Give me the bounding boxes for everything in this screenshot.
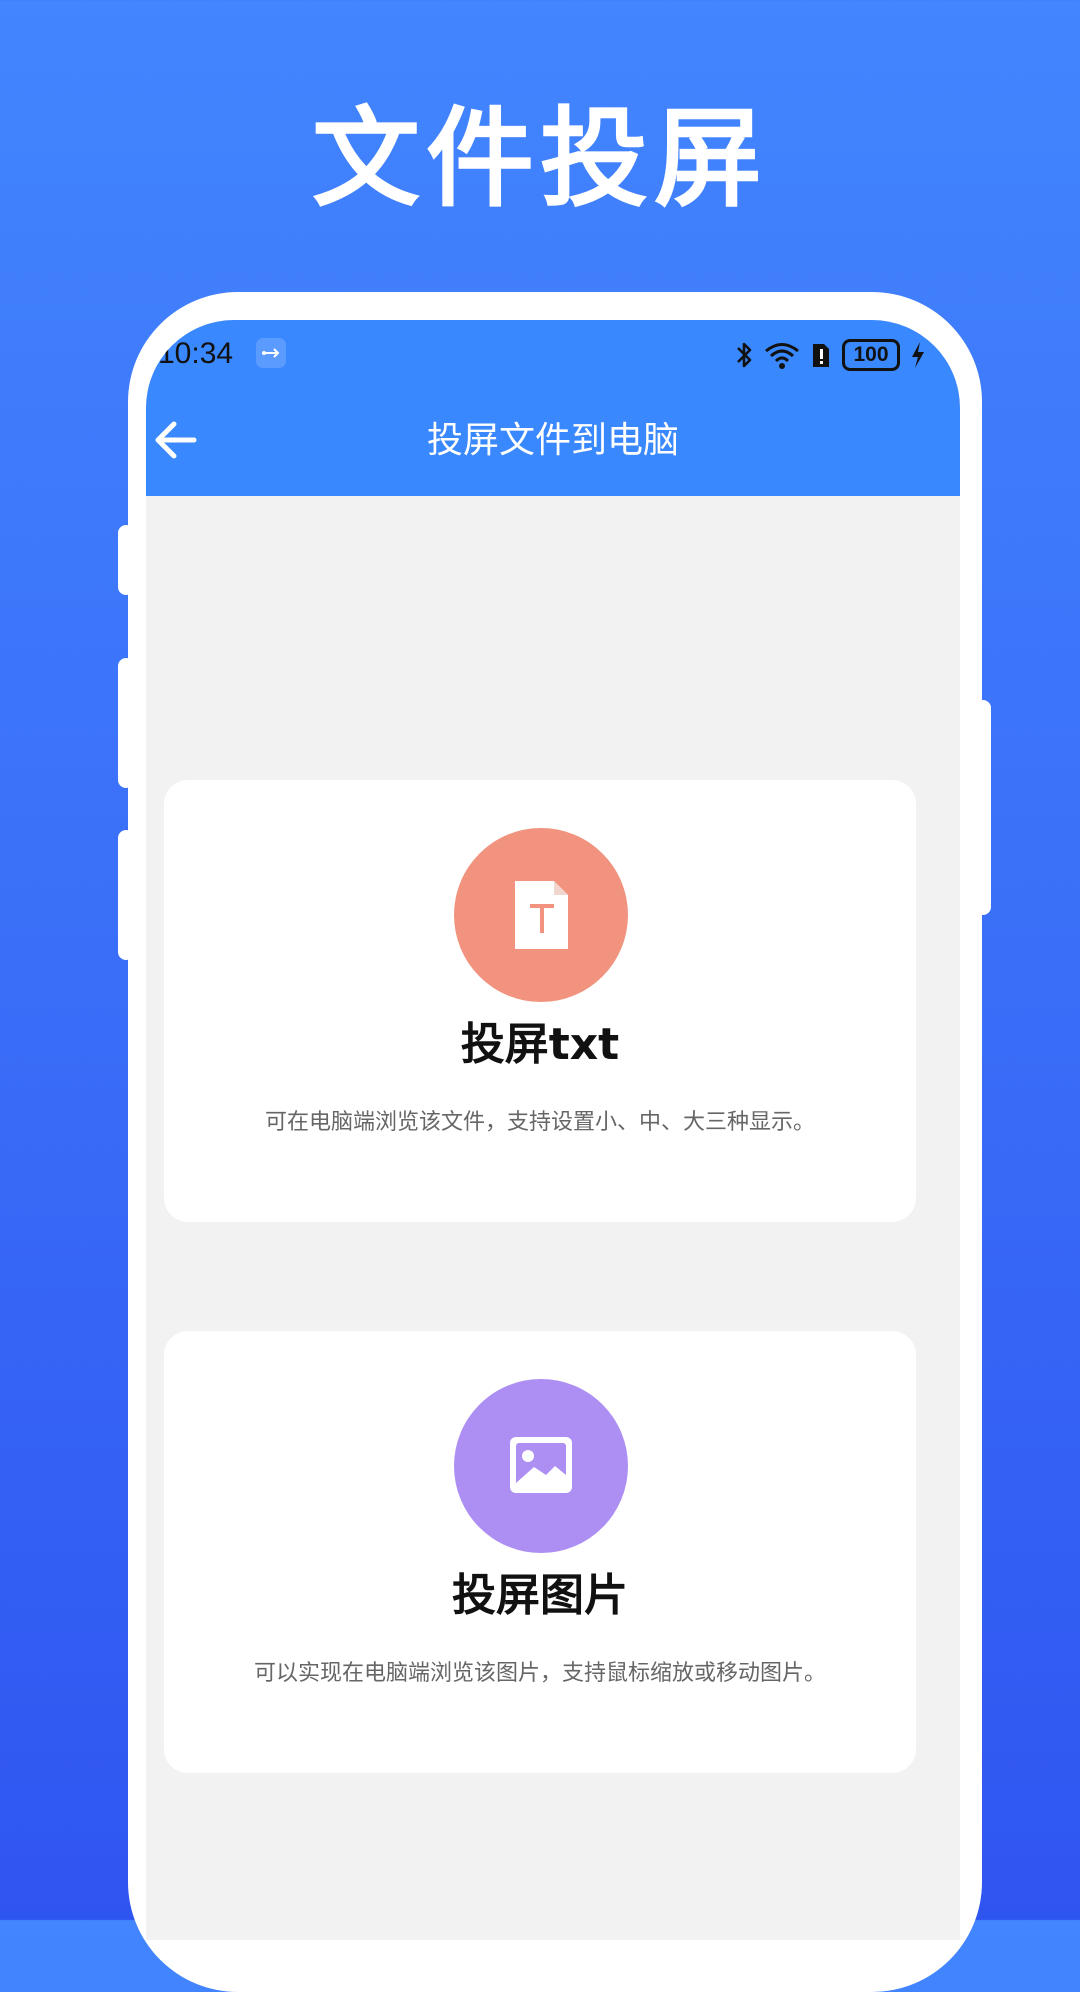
volume-button-middle <box>118 658 134 788</box>
status-icons: 100 <box>734 338 926 372</box>
usb-icon <box>256 338 286 368</box>
status-time: 10:34 <box>158 337 234 370</box>
text-file-icon <box>454 828 628 1002</box>
card-title: 投屏txt <box>460 1019 620 1070</box>
card-description: 可以实现在电脑端浏览该图片，支持鼠标缩放或移动图片。 <box>253 1661 826 1686</box>
volume-button-bottom <box>118 830 134 960</box>
cast-image-card[interactable]: 投屏图片 可以实现在电脑端浏览该图片，支持鼠标缩放或移动图片。 <box>164 1331 916 1773</box>
bluetooth-icon <box>737 342 752 368</box>
cast-txt-card[interactable]: 投屏txt 可在电脑端浏览该文件，支持设置小、中、大三种显示。 <box>164 780 916 1222</box>
volume-button-top <box>118 525 134 595</box>
promo-title: 文件投屏 <box>311 97 768 222</box>
battery-level: 100 <box>842 339 900 371</box>
image-icon <box>454 1379 628 1553</box>
page-title: 投屏文件到电脑 <box>426 420 679 461</box>
charging-icon <box>912 342 924 368</box>
card-title: 投屏图片 <box>452 1570 628 1621</box>
phone-screen: 10:34 100 投屏文件到电脑 投屏txt 可在电脑端浏览该文件，支持设置小… <box>146 320 960 1940</box>
sim-alert-icon <box>813 344 829 367</box>
power-button <box>975 700 991 915</box>
wifi-icon <box>765 343 799 369</box>
app-bar: 10:34 100 投屏文件到电脑 <box>146 320 960 496</box>
card-description: 可在电脑端浏览该文件，支持设置小、中、大三种显示。 <box>264 1110 815 1135</box>
